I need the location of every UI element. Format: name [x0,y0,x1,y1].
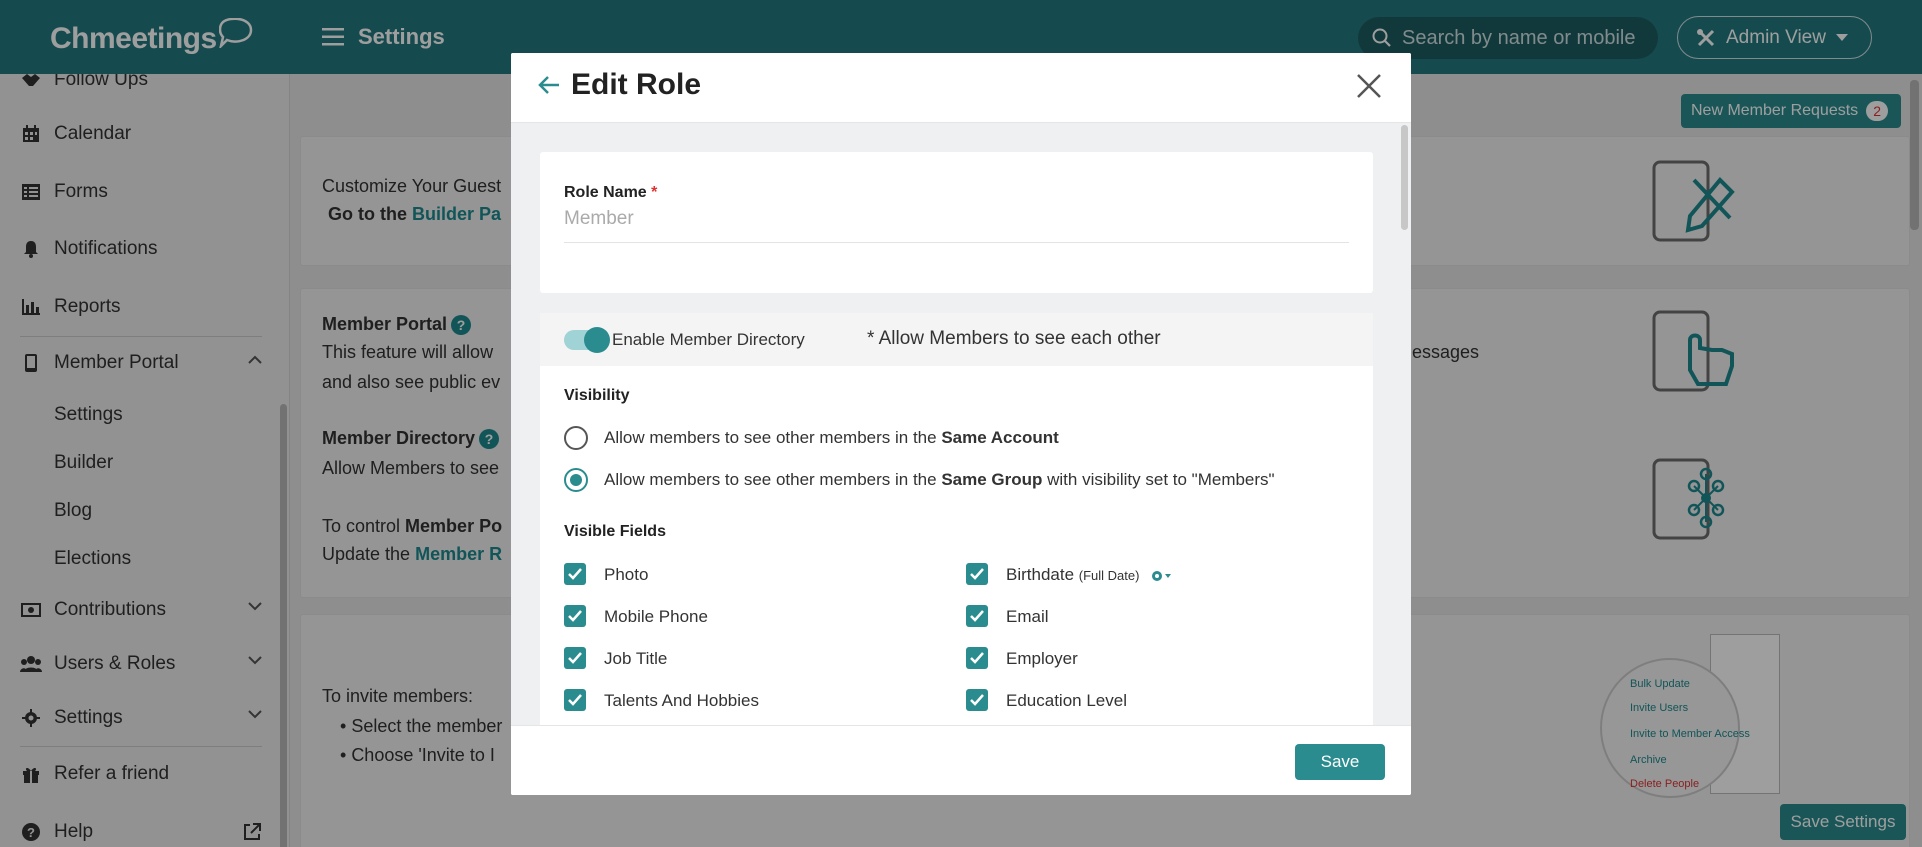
visibility-option-same-group[interactable]: Allow members to see other members in th… [604,470,1275,490]
option-prefix: Allow members to see other members in th… [604,428,942,447]
toggle-knob [584,327,610,353]
education-level-label: Education Level [1006,691,1127,710]
mobile-phone-label: Mobile Phone [604,607,708,626]
role-name-label: Role Name * [564,184,657,202]
gear-dropdown-icon[interactable] [1150,569,1172,583]
email-label: Email [1006,607,1049,626]
photo-label: Photo [604,565,649,584]
modal-title: Edit Role [571,68,702,101]
birthdate-label-text: Birthdate [1006,565,1075,584]
talents-hobbies-label: Talents And Hobbies [604,691,759,710]
employer-checkbox[interactable] [966,647,988,669]
save-button[interactable]: Save [1295,744,1385,780]
option-prefix: Allow members to see other members in th… [604,470,942,489]
close-icon[interactable] [1356,73,1382,104]
education-level-checkbox[interactable] [966,689,988,711]
modal-header: Edit Role [511,53,1411,123]
visibility-radio-same-account[interactable] [564,426,588,450]
visibility-option-same-account[interactable]: Allow members to see other members in th… [604,428,1059,448]
job-title-checkbox[interactable] [564,647,586,669]
birthdate-checkbox[interactable] [966,563,988,585]
modal-scrollbar[interactable] [1401,125,1408,230]
role-name-input[interactable] [564,208,1349,243]
directory-header: Enable Member Directory * Allow Members … [540,313,1373,366]
role-name-label-text: Role Name [564,184,647,201]
email-checkbox[interactable] [966,605,988,627]
option-suffix: with visibility set to "Members" [1042,470,1275,489]
modal-footer: Save [511,725,1411,795]
job-title-label: Job Title [604,649,668,668]
birthdate-note: (Full Date) [1078,568,1140,583]
role-name-card: Role Name * [540,152,1373,293]
enable-directory-toggle[interactable] [564,327,610,353]
birthdate-label: Birthdate (Full Date) [1006,565,1172,585]
visible-fields-title: Visible Fields [564,523,666,540]
visibility-radio-same-group[interactable] [564,468,588,492]
back-arrow-icon[interactable] [537,73,561,102]
required-asterisk: * [651,184,658,201]
option-bold: Same Account [941,428,1059,447]
member-directory-card: Enable Member Directory * Allow Members … [540,313,1373,725]
talents-hobbies-checkbox[interactable] [564,689,586,711]
modal-body: Role Name * Enable Member Directory * Al… [511,123,1411,725]
employer-label: Employer [1006,649,1078,668]
enable-directory-label: Enable Member Directory [612,330,805,349]
photo-checkbox[interactable] [564,563,586,585]
edit-role-modal: Edit Role Role Name * Enable Member Dire… [511,53,1411,795]
visibility-title: Visibility [564,387,630,404]
mobile-phone-checkbox[interactable] [564,605,586,627]
option-bold: Same Group [941,470,1043,489]
directory-note: * Allow Members to see each other [867,328,1161,349]
